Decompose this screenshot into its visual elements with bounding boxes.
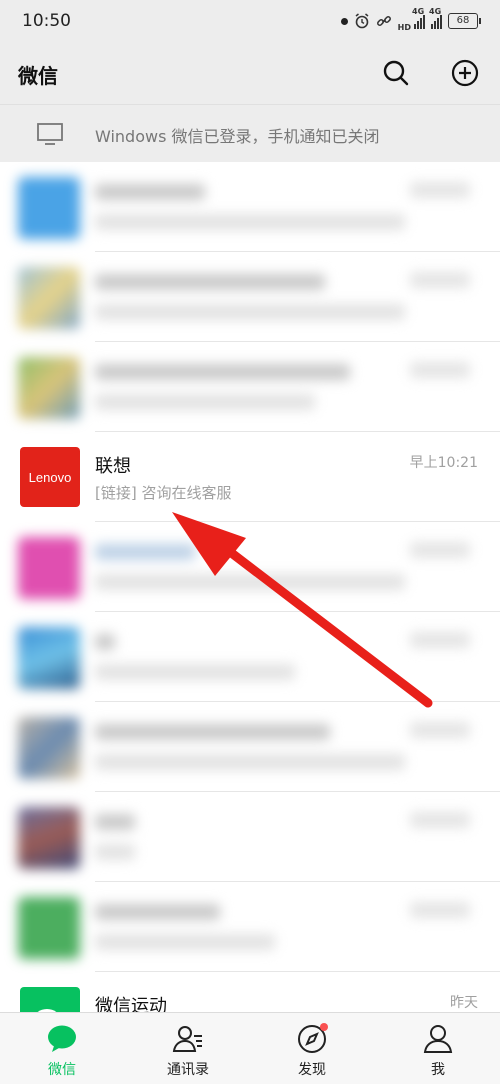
tab-discover[interactable]: 发现 xyxy=(262,1013,362,1084)
alarm-icon xyxy=(355,13,369,29)
werun-icon xyxy=(37,1009,57,1012)
tab-chats[interactable]: 微信 xyxy=(12,1013,112,1084)
monitor-icon xyxy=(36,122,64,150)
person-icon xyxy=(423,1025,453,1053)
notification-dot-icon xyxy=(340,17,348,25)
app-header: 微信 xyxy=(0,42,500,104)
lenovo-logo: Lenovo xyxy=(28,469,72,485)
tab-label: 发现 xyxy=(298,1062,326,1078)
avatar xyxy=(20,987,80,1012)
chat-row-werun[interactable]: 微信运动 昨天 xyxy=(0,972,500,1012)
chat-name: 联想 xyxy=(95,456,131,477)
list-item[interactable] xyxy=(0,612,500,702)
search-button[interactable] xyxy=(381,58,411,88)
status-time: 10:50 xyxy=(22,11,71,31)
bottom-tab-bar: 微信 通讯录 发现 我 xyxy=(0,1012,500,1084)
link-icon xyxy=(376,16,391,26)
chat-time: 昨天 xyxy=(450,995,478,1011)
compass-icon xyxy=(298,1023,328,1053)
avatar xyxy=(18,537,80,599)
chat-bubble-icon xyxy=(48,1025,76,1052)
login-notice[interactable]: Windows 微信已登录，手机通知已关闭 xyxy=(0,104,500,162)
avatar xyxy=(18,357,80,419)
avatar: Lenovo xyxy=(20,447,80,507)
hd-label: HD xyxy=(397,23,411,32)
list-item[interactable] xyxy=(0,702,500,792)
avatar xyxy=(18,267,80,329)
avatar xyxy=(18,807,80,869)
list-item[interactable] xyxy=(0,882,500,972)
signal-icon: 4G xyxy=(429,7,442,29)
tab-label: 我 xyxy=(431,1062,445,1078)
list-item[interactable] xyxy=(0,522,500,612)
status-icons: HD 4G 4G 68 xyxy=(340,7,481,32)
chat-list: Lenovo 联想 [链接] 咨询在线客服 早上10:21 微信运动 昨天 xyxy=(0,162,500,1012)
avatar xyxy=(18,717,80,779)
search-icon xyxy=(383,60,409,86)
tab-me[interactable]: 我 xyxy=(388,1013,488,1084)
battery-icon: 68 xyxy=(448,13,481,29)
avatar xyxy=(18,897,80,959)
page-title: 微信 xyxy=(18,64,58,88)
signal-icon: 4G xyxy=(412,7,425,29)
avatar xyxy=(18,627,80,689)
tab-label: 通讯录 xyxy=(167,1062,209,1078)
tab-label: 微信 xyxy=(48,1062,76,1078)
list-item[interactable] xyxy=(0,792,500,882)
status-bar: 10:50 HD 4G 4G 68 xyxy=(0,0,500,42)
list-item[interactable] xyxy=(0,252,500,342)
contacts-icon xyxy=(172,1026,202,1052)
tab-contacts[interactable]: 通讯录 xyxy=(138,1013,238,1084)
chat-row-lenovo[interactable]: Lenovo 联想 [链接] 咨询在线客服 早上10:21 xyxy=(0,432,500,522)
notice-text: Windows 微信已登录，手机通知已关闭 xyxy=(95,127,380,146)
chat-time: 早上10:21 xyxy=(409,455,478,471)
list-item[interactable] xyxy=(0,342,500,432)
list-item[interactable] xyxy=(0,162,500,252)
avatar xyxy=(18,177,80,239)
chat-preview: [链接] 咨询在线客服 xyxy=(95,484,232,502)
chat-name: 微信运动 xyxy=(95,996,167,1012)
plus-circle-icon xyxy=(451,59,479,87)
add-button[interactable] xyxy=(450,58,480,88)
